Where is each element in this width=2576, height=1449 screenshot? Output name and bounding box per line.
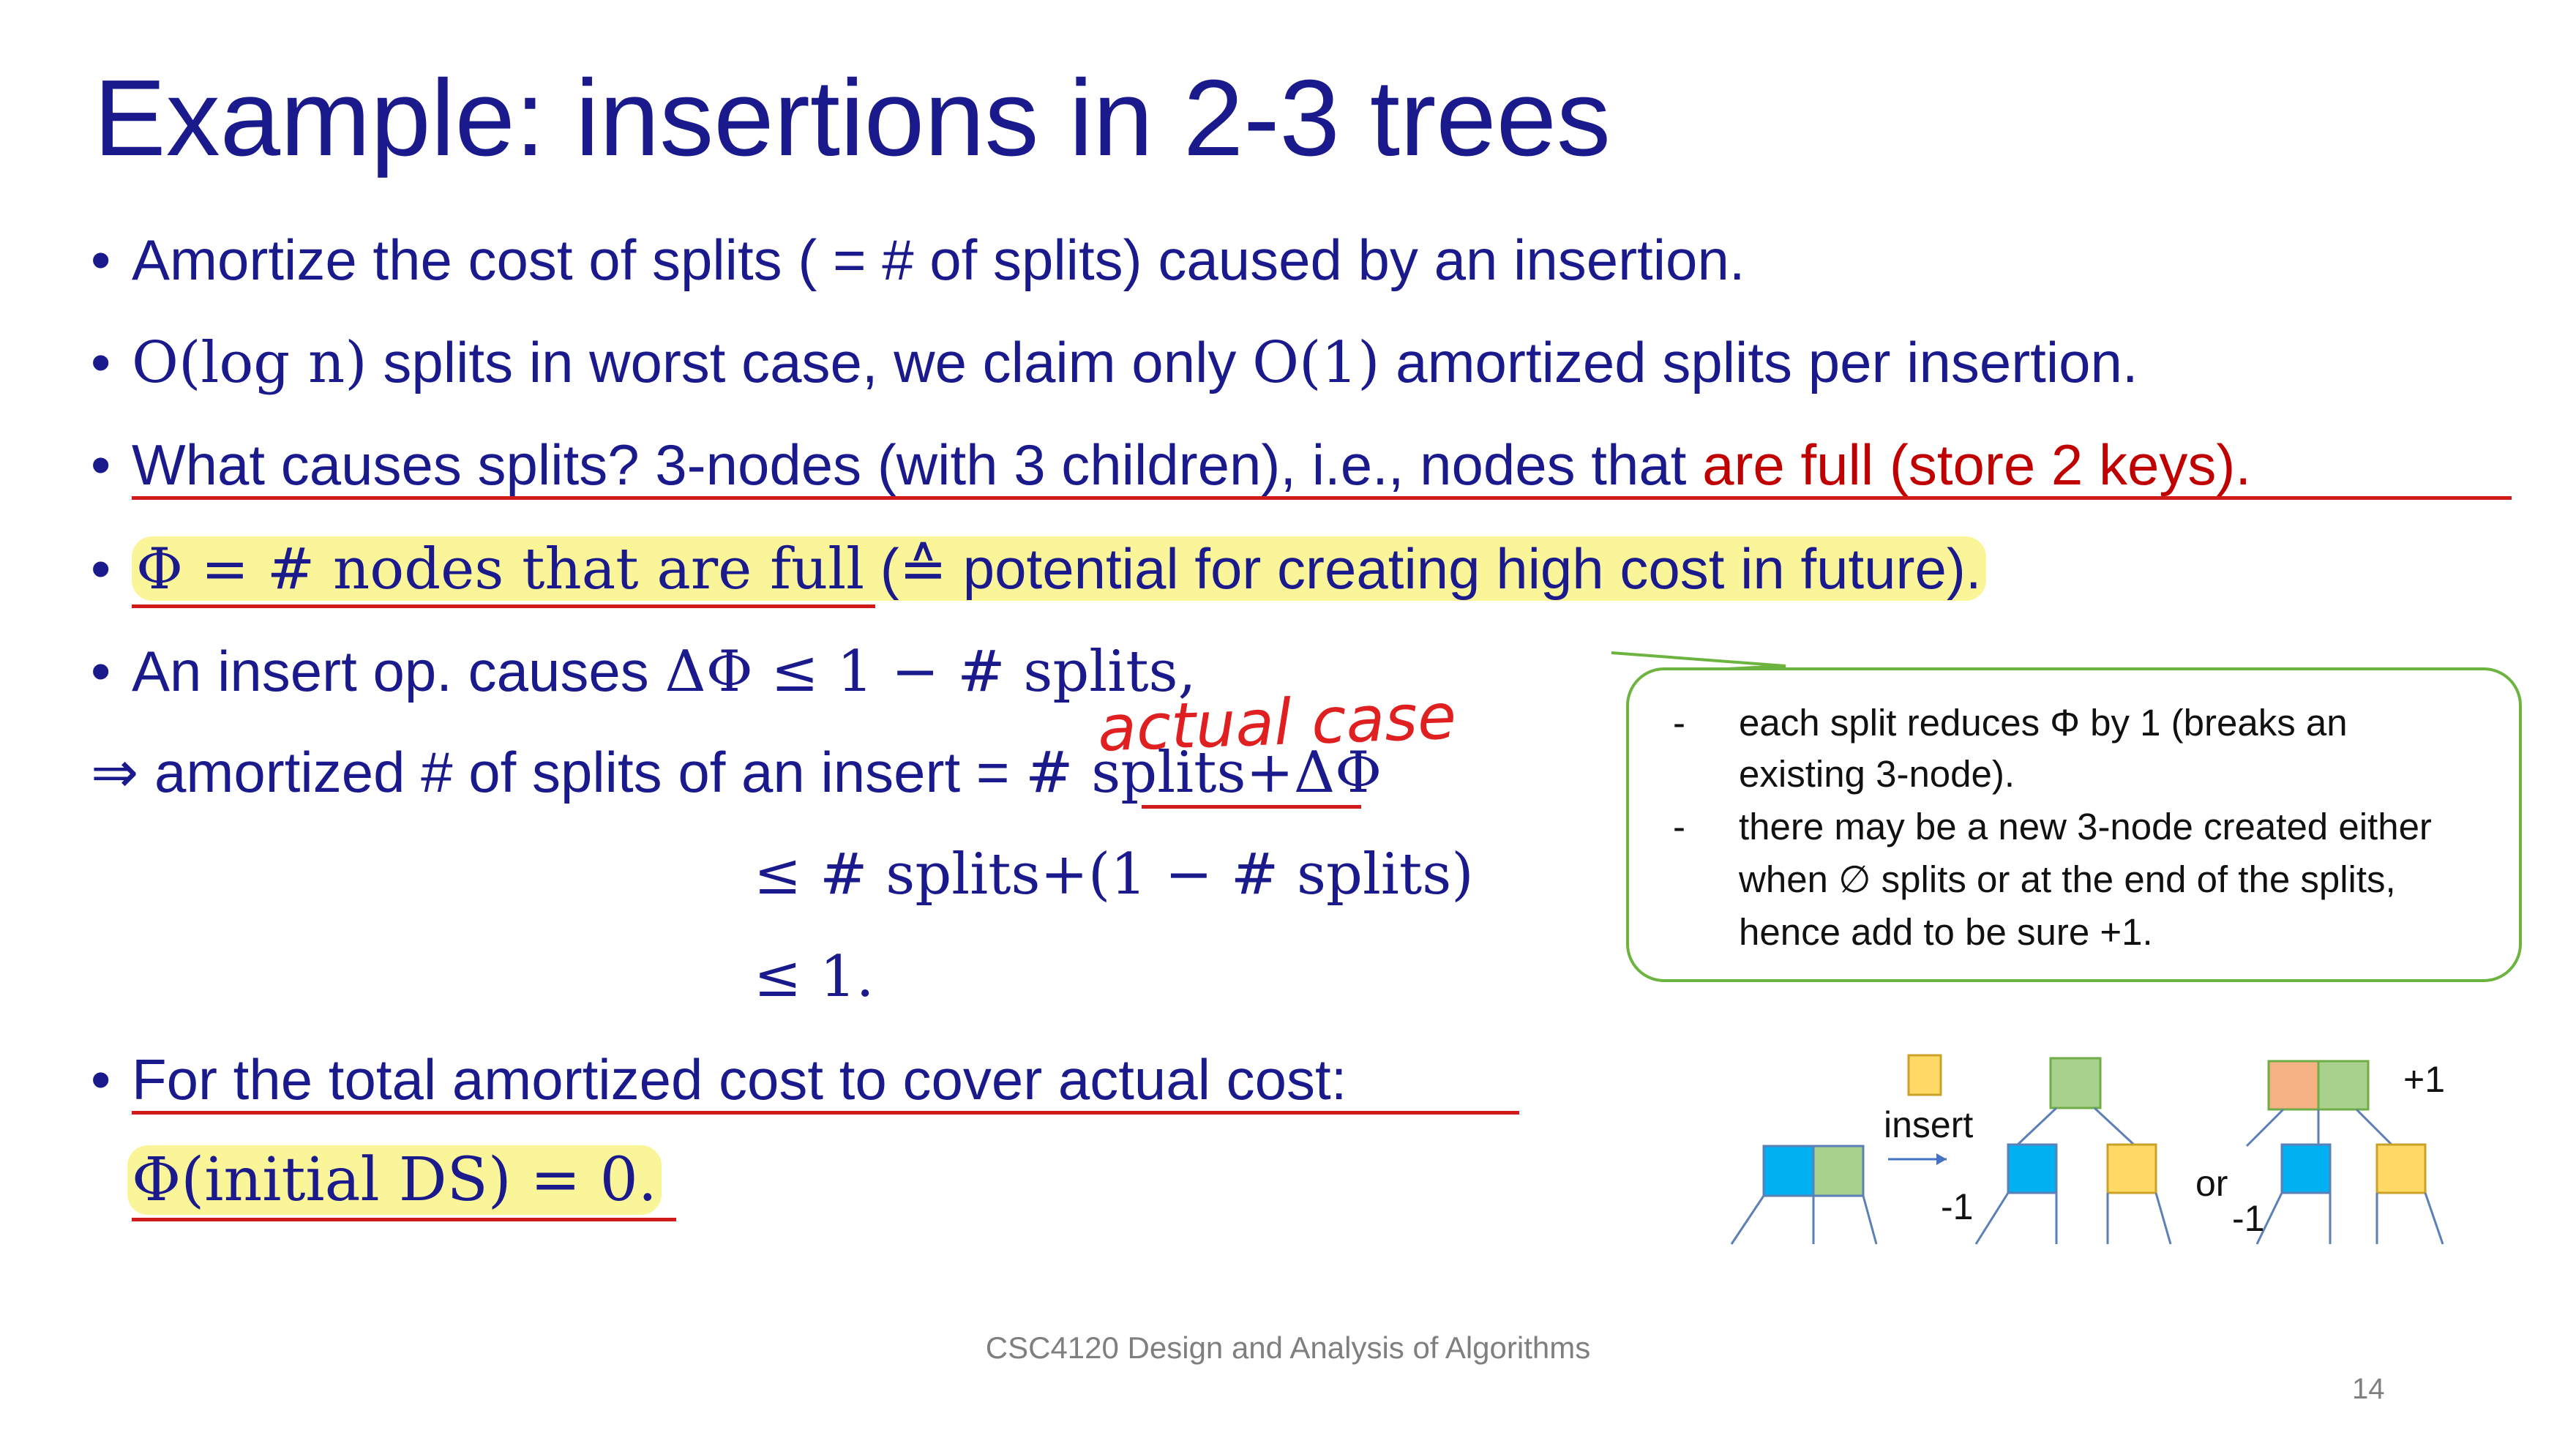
bullet-dot: • — [91, 536, 111, 601]
math-splits-delta: # splits+ΔΦ — [1025, 740, 1382, 806]
note-line-5: hence add to be sure +1. — [1739, 911, 2153, 953]
underline-red-causes — [132, 496, 2512, 500]
initial-potential: Φ(initial DS) = 0. — [127, 1145, 662, 1215]
bullet-text: (≙ potential for creating high cost in f… — [864, 536, 1982, 601]
bullet-dot: • — [91, 639, 111, 703]
math-olog: O(log n) — [132, 330, 367, 396]
math-o1: O(1) — [1252, 330, 1380, 396]
bullet-text: For the total amortized cost to cover ac… — [132, 1047, 1347, 1112]
note-line-3: - there may be a new 3-node created eithe… — [1673, 806, 2432, 847]
bullet-causes-splits: • What causes splits? 3-nodes (with 3 chi… — [91, 436, 2251, 493]
underline-red-splits — [1142, 805, 1361, 809]
bullet-amortize: • Amortize the cost of splits ( = # of sp… — [91, 231, 1745, 288]
label-plus-one: +1 — [2403, 1059, 2446, 1100]
label-minus-one-a: -1 — [1941, 1186, 1974, 1227]
line-text: ⇒ amortized # of splits of an insert = — [91, 740, 1026, 804]
node-green — [1812, 1145, 1865, 1197]
child-yellow — [2106, 1143, 2157, 1194]
math-phi-def: Φ = # nodes that are full — [136, 536, 865, 602]
root-green-2 — [2317, 1060, 2370, 1111]
bullet-text: splits in worst case, we claim only — [367, 330, 1253, 394]
bullet-insert-op: • An insert op. causes ΔΦ ≤ 1 − # splits, — [91, 643, 1196, 700]
child-blue-2 — [2280, 1143, 2332, 1194]
underline-red-total — [132, 1111, 1519, 1115]
highlight-initial: Φ(initial DS) = 0. — [127, 1145, 662, 1215]
highlight-potential: Φ = # nodes that are full (≙ potential f… — [132, 536, 1986, 601]
root-orange — [2267, 1060, 2320, 1111]
line-amortized: ⇒ amortized # of splits of an insert = #… — [91, 744, 1382, 801]
tree-split-diagram — [1730, 1054, 2444, 1245]
line-inequality-1: ≤ # splits+(1 − # splits) — [754, 842, 1474, 907]
incoming-key-node — [1907, 1054, 1942, 1096]
callout-note: - each split reduces Φ by 1 (breaks an ex… — [1626, 667, 2522, 982]
slide-title: Example: insertions in 2-3 trees — [94, 58, 1611, 179]
bullet-dot: • — [91, 330, 111, 394]
root-green — [2049, 1057, 2102, 1109]
underline-red-initial — [132, 1218, 676, 1221]
bullet-total-cost: • For the total amortized cost to cover a… — [91, 1051, 1347, 1108]
bullet-worst-case: • O(log n) splits in worst case, we claim… — [91, 334, 2138, 392]
arrow-head — [1936, 1153, 1947, 1165]
page-number: 14 — [2352, 1373, 2385, 1405]
label-insert: insert — [1884, 1104, 1974, 1145]
bullet-text-red: are full (store 2 keys). — [1702, 433, 2251, 497]
bullet-dot: • — [91, 1047, 111, 1112]
bullet-text: What causes splits? 3-nodes (with 3 chil… — [132, 433, 1703, 497]
bullet-text: Amortize the cost of splits ( = # of spl… — [132, 228, 1745, 292]
child-yellow-2 — [2375, 1143, 2427, 1194]
child-blue — [2007, 1143, 2058, 1194]
note-line-4: when ∅ splits or at the end of the split… — [1739, 858, 2396, 900]
slide-footer: CSC4120 Design and Analysis of Algorithm… — [985, 1330, 1591, 1365]
line-inequality-2: ≤ 1. — [754, 944, 875, 1010]
note-line-1: - each split reduces Φ by 1 (breaks an — [1673, 702, 2348, 744]
node-blue — [1762, 1145, 1815, 1197]
bullet-text: An insert op. causes — [132, 639, 665, 703]
label-minus-one-b: -1 — [2232, 1198, 2265, 1239]
bullet-potential: • Φ = # nodes that are full (≙ potential … — [91, 536, 1986, 601]
bullet-text: amortized splits per insertion. — [1379, 330, 2138, 394]
label-or: or — [2195, 1163, 2228, 1204]
bullet-dot: • — [91, 228, 111, 292]
underline-red-phi — [132, 604, 875, 608]
bullet-dot: • — [91, 433, 111, 497]
note-line-2: existing 3-node). — [1739, 753, 2015, 795]
